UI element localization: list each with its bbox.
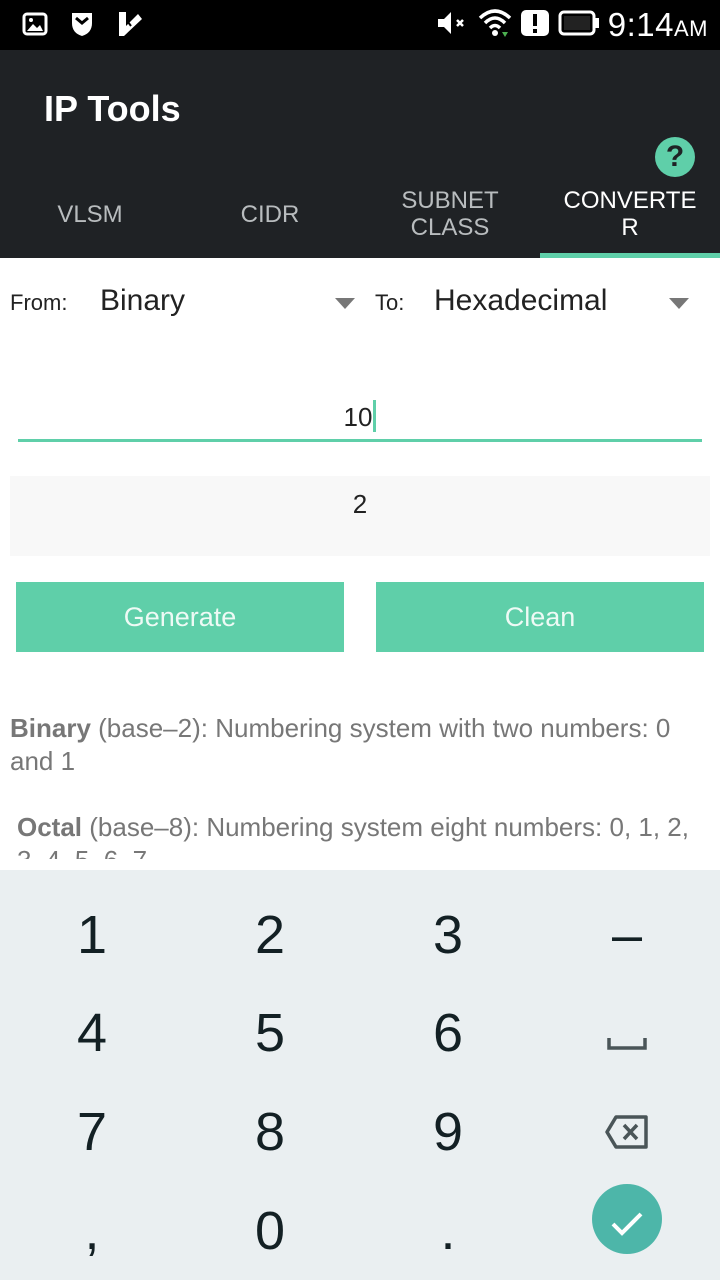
from-selected-value: Binary [100, 284, 186, 317]
result-value: 2 [352, 489, 368, 519]
tab-label: CONVERTE R [563, 187, 697, 241]
description-octal: Octal (base–8): Numbering system eight n… [17, 811, 717, 859]
battery-icon [558, 10, 600, 41]
app-title: IP Tools [44, 88, 181, 129]
key-7[interactable]: 7 [2, 1083, 182, 1181]
key-8[interactable]: 8 [180, 1083, 360, 1181]
clock-time: 9:14 [607, 6, 674, 43]
clock: 9:14AM [608, 6, 708, 44]
key-period[interactable]: . [358, 1182, 538, 1280]
to-selected-value: Hexadecimal [434, 284, 608, 317]
text-caret [373, 400, 377, 432]
clock-ampm: AM [674, 16, 708, 41]
numeric-keyboard: 1 2 3 – 4 5 6 7 8 9 , 0 . [0, 870, 720, 1280]
checkmark-icon [610, 1188, 644, 1250]
help-icon: ? [665, 140, 685, 173]
description-term: Binary [10, 713, 91, 743]
dropdown-arrow-icon [669, 298, 689, 309]
description-text: (base–2): Numbering system with two numb… [10, 713, 671, 776]
key-0[interactable]: 0 [180, 1182, 360, 1280]
space-icon [607, 1002, 647, 1064]
key-2[interactable]: 2 [180, 886, 360, 984]
key-1[interactable]: 1 [2, 886, 182, 984]
description-term: Octal [17, 812, 83, 842]
key-6[interactable]: 6 [358, 984, 538, 1082]
mute-icon [436, 10, 470, 41]
tab-subnet-class[interactable]: SUBNET CLASS [360, 170, 540, 258]
checkmark-app-icon [116, 10, 144, 43]
from-label: From: [10, 290, 68, 315]
key-minus[interactable]: – [537, 886, 717, 984]
enter-button[interactable] [592, 1184, 662, 1254]
tab-label: CIDR [240, 200, 300, 228]
key-space[interactable] [537, 984, 717, 1082]
tab-cidr[interactable]: CIDR [180, 170, 360, 258]
key-5[interactable]: 5 [180, 984, 360, 1082]
clean-button[interactable]: Clean [376, 582, 704, 652]
tab-label: SUBNET CLASS [401, 187, 499, 241]
description-binary: Binary (base–2): Numbering system with t… [10, 712, 710, 778]
to-label: To: [375, 290, 405, 315]
description-text: (base–8): Numbering system eight numbers… [17, 812, 689, 859]
generate-button[interactable]: Generate [16, 582, 344, 652]
tab-vlsm[interactable]: VLSM [0, 170, 180, 258]
key-4[interactable]: 4 [2, 984, 182, 1082]
dropdown-arrow-icon [335, 298, 355, 309]
key-3[interactable]: 3 [358, 886, 538, 984]
app-bar: IP Tools ? VLSM CIDR SUBNET CLASS CONVER… [0, 50, 720, 258]
alert-icon [520, 9, 550, 42]
shield-icon [70, 11, 94, 42]
tab-bar: VLSM CIDR SUBNET CLASS CONVERTE R [0, 170, 720, 258]
key-enter[interactable] [537, 1170, 717, 1268]
key-backspace[interactable] [537, 1083, 717, 1181]
image-icon [22, 12, 48, 41]
tab-converter[interactable]: CONVERTE R [540, 170, 720, 258]
status-bar: 9:14AM [0, 0, 720, 50]
tab-label: VLSM [57, 200, 123, 228]
number-input-value: 10 [343, 402, 373, 432]
wifi-icon [478, 8, 512, 43]
backspace-icon [604, 1101, 650, 1163]
number-input[interactable]: 10 [18, 380, 702, 442]
result-output: 2 [10, 476, 710, 556]
conversion-selectors: From: Binary To: Hexadecimal [0, 270, 720, 336]
key-9[interactable]: 9 [358, 1083, 538, 1181]
key-comma[interactable]: , [2, 1182, 182, 1280]
